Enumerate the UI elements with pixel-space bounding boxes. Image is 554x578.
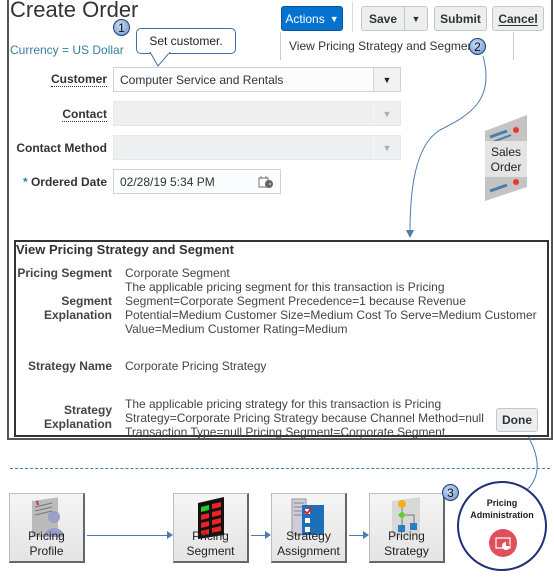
pricing-administration-button[interactable]: Pricing Administration (457, 481, 547, 571)
tile-label-line1: Pricing (192, 529, 229, 543)
segment-explanation-value: The applicable pricing segment for this … (125, 280, 537, 336)
pricing-segment-label: Pricing Segment (17, 266, 112, 280)
admin-label-line2: Administration (470, 510, 534, 520)
pricing-admin-icon (489, 529, 517, 557)
strategy-name-value: Corporate Pricing Strategy (125, 359, 267, 373)
tile-label-line2: Strategy (384, 544, 429, 558)
tile-label-line1: Pricing (388, 529, 425, 543)
tile-pricing-profile: Pricing Profile (9, 493, 85, 563)
tile-pricing-strategy: Pricing Strategy (369, 493, 445, 563)
done-button[interactable]: Done (496, 408, 538, 432)
pricing-segment-value: Corporate Segment (125, 266, 230, 280)
tile-strategy-assignment: Strategy Assignment (271, 493, 347, 563)
admin-label-line1: Pricing (486, 498, 518, 508)
tile-pricing-segment: Pricing Segment (173, 493, 249, 563)
tile-label-line1: Strategy (286, 529, 331, 543)
tile-label-line2: Assignment (277, 544, 340, 558)
dialog-title: View Pricing Strategy and Segment (16, 242, 234, 257)
tile-label-line2: Segment (186, 544, 235, 558)
separator-line (10, 468, 550, 469)
segment-explanation-label: Segment Explanation (43, 294, 112, 322)
step-3-marker: 3 (442, 484, 459, 501)
flow-arrow (87, 535, 171, 536)
strategy-name-label: Strategy Name (27, 359, 112, 373)
tile-label-line2: Profile (29, 544, 64, 558)
strategy-explanation-label: Strategy Explanation (43, 403, 112, 431)
strategy-explanation-value: The applicable pricing strategy for this… (125, 397, 484, 439)
tile-label-line1: Pricing (28, 529, 65, 543)
